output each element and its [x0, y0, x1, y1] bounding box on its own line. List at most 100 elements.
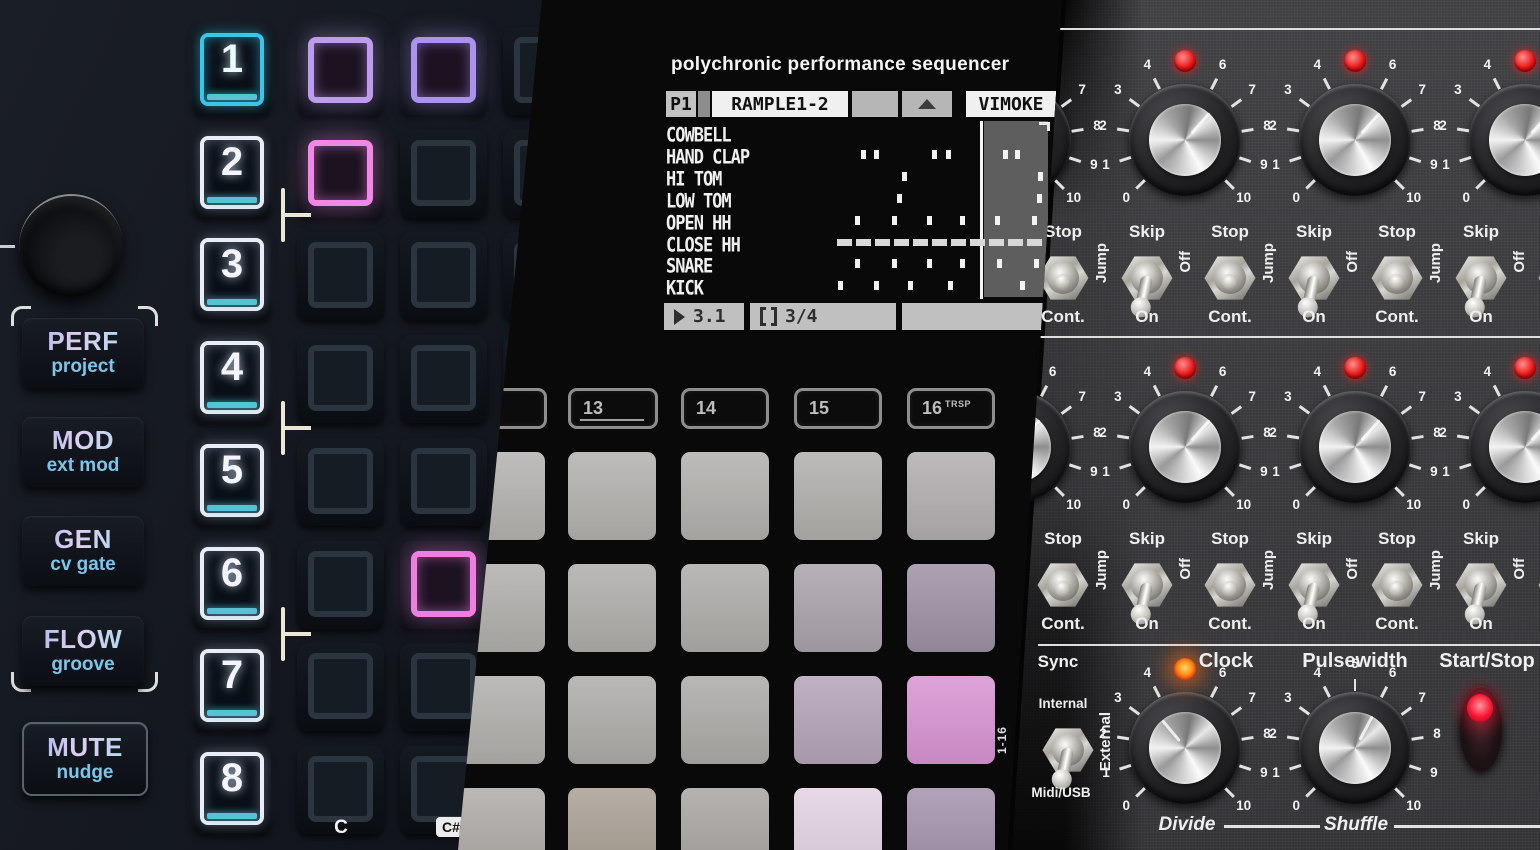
step-button-7[interactable]: 7: [193, 643, 271, 730]
step-button-label: 4: [193, 345, 271, 390]
seq-knob-6-led: [1174, 357, 1196, 379]
panel-divider: [1038, 644, 1540, 646]
step-button-5[interactable]: 5: [193, 438, 271, 525]
rotary-encoder-knob[interactable]: [20, 195, 122, 297]
pad[interactable]: [400, 130, 487, 218]
grid-pad[interactable]: [568, 676, 656, 764]
knob-scale-label: 2: [1260, 118, 1286, 133]
shuffle-line: [1394, 825, 1540, 828]
grid-pad[interactable]: [794, 788, 882, 850]
lcd-step-dot: [855, 216, 860, 225]
knob-scale-label: 6: [1380, 57, 1406, 72]
lcd-track-row[interactable]: LOW TOM: [666, 190, 731, 213]
switch-side-label: Off: [1177, 558, 1194, 580]
grid-pad[interactable]: [568, 564, 656, 652]
step-button-6[interactable]: 6: [193, 541, 271, 628]
start-stop-label: Start/Stop: [1439, 650, 1535, 673]
grid-pad[interactable]: [681, 788, 769, 850]
lcd-track-row[interactable]: OPEN HH: [666, 212, 731, 235]
lcd-step-dot: [1038, 172, 1043, 181]
grid-pad[interactable]: [794, 452, 882, 540]
grid-pad[interactable]: [907, 788, 995, 850]
switch-side-label: Jump: [1427, 550, 1444, 590]
pad-button-13[interactable]: 13: [568, 388, 658, 429]
step-button-4[interactable]: 4: [193, 335, 271, 422]
play-icon: [674, 309, 685, 325]
lcd-signature-segment[interactable]: 3/4: [750, 303, 896, 330]
lcd-track-row[interactable]: HI TOM: [666, 168, 721, 191]
lcd-track-name-cell[interactable]: RAMPLE1-2: [712, 91, 848, 117]
grid-pad[interactable]: [794, 676, 882, 764]
mode-button-gen[interactable]: GENcv gate: [22, 516, 144, 586]
step-button-2[interactable]: 2: [193, 130, 271, 217]
step-button-underline: [207, 608, 257, 614]
lcd-position-segment[interactable]: 3.1: [664, 303, 744, 330]
pad[interactable]: [297, 335, 384, 423]
pad-button-15[interactable]: 15: [794, 388, 882, 429]
track-group-marker: [281, 401, 285, 455]
switch-lever-tip: [1055, 274, 1071, 290]
lcd-step-dash: [989, 239, 1004, 246]
step-button-1[interactable]: 1: [193, 27, 271, 114]
knob-scale-label: 2: [1260, 726, 1286, 741]
grid-pad[interactable]: [681, 452, 769, 540]
step-button-8[interactable]: 8: [193, 746, 271, 833]
grid-pad[interactable]: [568, 452, 656, 540]
grid-pad[interactable]: [907, 452, 995, 540]
pad[interactable]: [400, 27, 487, 115]
pad[interactable]: [400, 335, 487, 423]
mode-button-perf[interactable]: PERFproject: [22, 318, 144, 388]
pad-button-14[interactable]: 14: [681, 388, 769, 429]
mode-button-sublabel: project: [22, 356, 144, 378]
lcd-step-dash: [913, 239, 928, 246]
step-button-underline: [207, 813, 257, 819]
midi-usb-label: Midi/USB: [1031, 785, 1090, 800]
knob-scale-label: 7: [1409, 690, 1435, 705]
lcd-track-row[interactable]: CLOSE HH: [666, 234, 740, 257]
mode-button-flow[interactable]: FLOWgroove: [22, 616, 144, 686]
lcd-project-cell[interactable]: VIMOKE: [966, 91, 1056, 117]
switch-bottom-label: Cont.: [1375, 307, 1418, 327]
grid-pad[interactable]: [907, 676, 995, 764]
switch-top-label: Skip: [1129, 529, 1165, 549]
pad[interactable]: [297, 541, 384, 629]
lcd-track-row[interactable]: HAND CLAP: [666, 146, 749, 169]
switch-top-label: Skip: [1129, 222, 1165, 242]
knob-scale-label: 6: [1210, 57, 1236, 72]
pad[interactable]: [400, 232, 487, 320]
lcd-step-dot: [960, 216, 965, 225]
knob-scale-label: 0: [1283, 798, 1309, 813]
grid-pad[interactable]: [681, 676, 769, 764]
lcd-track-row[interactable]: COWBELL: [666, 124, 731, 147]
pad[interactable]: [400, 541, 487, 629]
lcd-step-dash: [1027, 239, 1042, 246]
lcd-step-dash: [932, 239, 947, 246]
grid-pad[interactable]: [907, 564, 995, 652]
switch-top-label: Skip: [1463, 222, 1499, 242]
pad[interactable]: [297, 27, 384, 115]
knob-scale-label: 1: [1093, 157, 1119, 172]
mode-button-mod[interactable]: MODext mod: [22, 417, 144, 487]
lcd-page-cell[interactable]: P1: [666, 91, 696, 117]
lcd-track-row[interactable]: KICK: [666, 277, 703, 300]
grid-pad[interactable]: [794, 564, 882, 652]
switch-top-label: Stop: [1044, 529, 1082, 549]
lcd-blank-cell[interactable]: [852, 91, 898, 117]
pad-button-16[interactable]: 16TRSP: [907, 388, 995, 429]
pad[interactable]: [297, 232, 384, 320]
grid-pad[interactable]: [681, 564, 769, 652]
switch-side-label: Jump: [1260, 243, 1277, 283]
grid-pad[interactable]: [568, 788, 656, 850]
pad[interactable]: [297, 438, 384, 526]
pad[interactable]: [297, 130, 384, 218]
lcd-track-row[interactable]: SNARE: [666, 255, 712, 278]
switch-bottom-label: Cont.: [1208, 614, 1251, 634]
step-button-3[interactable]: 3: [193, 232, 271, 319]
grid-pad[interactable]: [457, 788, 545, 850]
lcd-spacer-cell[interactable]: [698, 91, 710, 117]
lcd-icon-cell[interactable]: [902, 91, 952, 117]
switch-side-label: Off: [1177, 251, 1194, 273]
pad[interactable]: [400, 438, 487, 526]
mode-button-mute[interactable]: MUTEnudge: [22, 722, 148, 796]
pad[interactable]: [297, 643, 384, 731]
